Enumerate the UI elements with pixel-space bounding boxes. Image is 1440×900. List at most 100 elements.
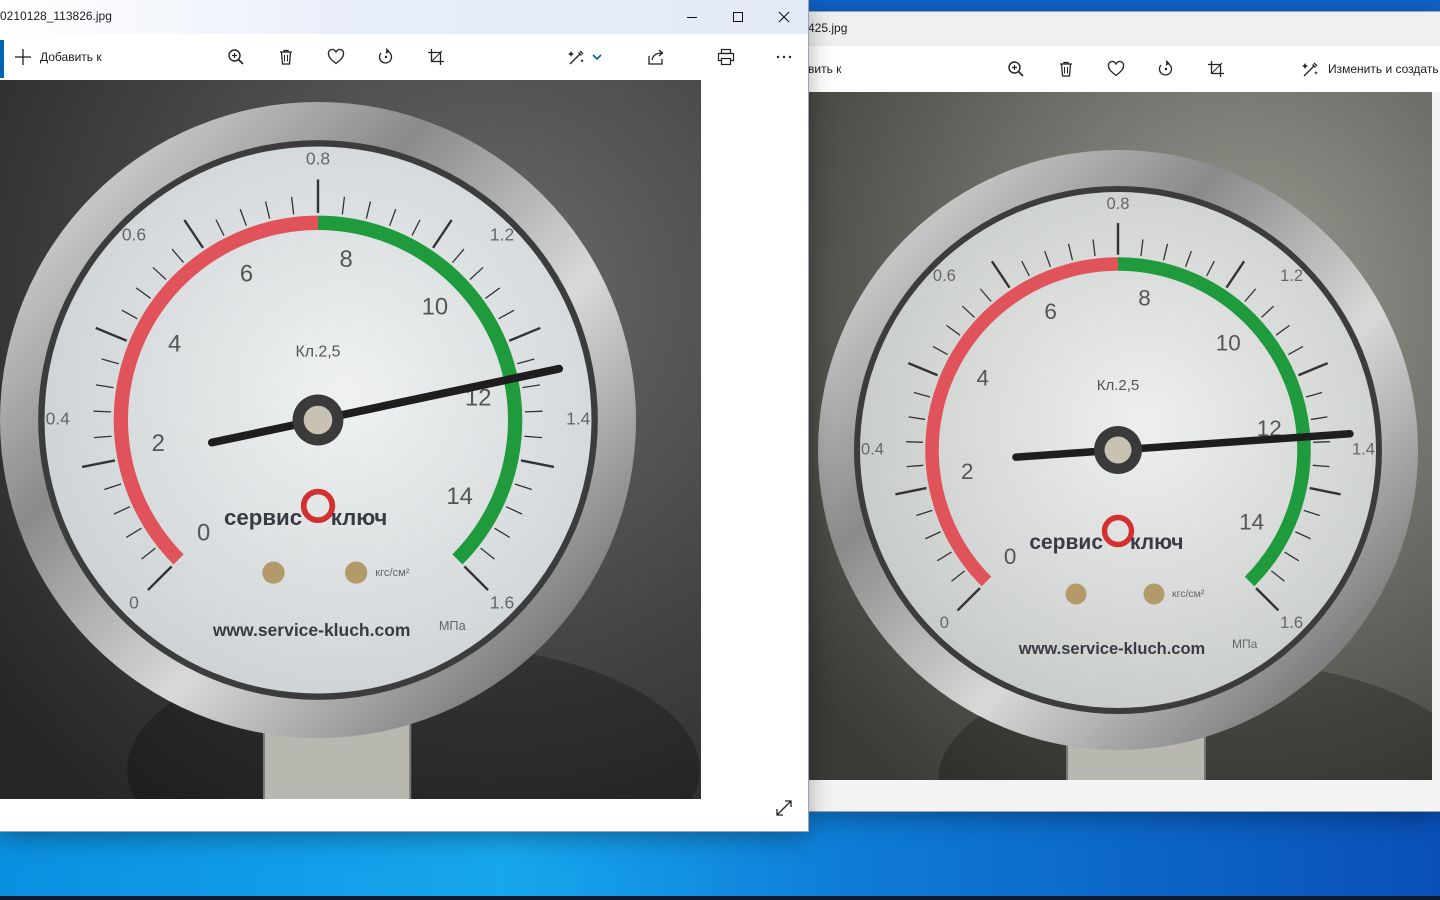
plus-icon (15, 49, 31, 65)
chevron-down-icon (592, 54, 602, 61)
add-to-label: Добавить к (40, 50, 102, 64)
unit-mpa: МПа (1232, 637, 1258, 651)
rotate-button[interactable] (372, 43, 400, 71)
rotate-button[interactable] (1152, 55, 1180, 83)
toolbar: вить к Изменить и создать (808, 46, 1440, 92)
photo-view[interactable]: 0 2 4 6 8 10 12 14 0 0.4 0.6 0.8 1.2 1.4 1.6 Кл.2,5 серв… (0, 80, 701, 799)
scale-label-kgf: 0 (1004, 544, 1017, 569)
scale-tick (1313, 441, 1330, 443)
scale-label-mpa: 1.6 (490, 593, 514, 613)
scale-label-kgf: 6 (1044, 299, 1057, 324)
photo-view[interactable]: 0 2 4 6 8 10 12 14 0 0.4 0.6 0.8 1.2 1.4 1.6 Кл.2,5 серв… (808, 92, 1432, 780)
rotate-icon (1158, 60, 1173, 76)
add-to-label[interactable]: вить к (808, 62, 841, 76)
share-icon (648, 49, 664, 65)
unit-mpa: МПа (439, 618, 467, 633)
toolbar: Добавить к (0, 34, 808, 80)
scale-label-kgf: 10 (422, 294, 449, 321)
gauge-photo: 0246810121400.40.60.81.21.41.6Кл.2,5серв… (808, 92, 1432, 780)
rivet (345, 561, 368, 584)
scale-tick (524, 410, 543, 413)
crop-button[interactable] (1202, 55, 1230, 83)
zoom-button[interactable] (222, 43, 250, 71)
add-to-button[interactable]: Добавить к (14, 44, 102, 70)
gauge-class: Кл.2,5 (1097, 377, 1140, 394)
zoom-icon (1008, 61, 1024, 77)
scale-label-mpa: 0.4 (861, 440, 884, 458)
window-title: 0210128_113826.jpg (0, 9, 112, 23)
brand-left: сервис (1029, 531, 1103, 554)
maximize-icon (733, 12, 743, 22)
scale-label-mpa: 0.6 (122, 225, 146, 245)
scale-label-mpa: 1.2 (490, 225, 514, 245)
scale-label-kgf: 0 (197, 520, 210, 547)
scale-label-mpa: 0.4 (46, 409, 71, 429)
favorite-button[interactable] (322, 43, 350, 71)
gauge-class: Кл.2,5 (295, 343, 340, 360)
scale-label-mpa: 1.4 (1352, 440, 1375, 458)
scale-label-kgf: 2 (961, 459, 974, 484)
scale-label-kgf: 10 (1216, 331, 1241, 356)
unit-kgf: кгс/см² (375, 567, 410, 579)
rivet (1065, 583, 1087, 605)
delete-icon (280, 49, 292, 65)
photos-window-back[interactable]: 425.jpg вить к Изменить и создать 0 2 4 6 8 1… (808, 12, 1440, 811)
zoom-icon (228, 49, 244, 65)
favorite-button[interactable] (1102, 55, 1130, 83)
scale-label-mpa: 0 (129, 593, 139, 613)
edit-create-label: Изменить и создать (1328, 62, 1439, 76)
delete-button[interactable] (1052, 55, 1080, 83)
scale-label-kgf: 14 (446, 483, 473, 510)
photos-window-front[interactable]: 0210128_113826.jpg Добавить к 0 2 4 6 8 … (0, 0, 808, 831)
crop-icon (1208, 61, 1224, 77)
more-icon (776, 55, 792, 59)
taskbar[interactable] (0, 896, 1440, 900)
scale-label-mpa: 1.6 (1280, 614, 1303, 632)
rotate-icon (378, 48, 393, 64)
print-icon (717, 48, 735, 66)
more-button[interactable] (770, 43, 798, 71)
edit-create-button[interactable]: Изменить и создать (1302, 55, 1439, 83)
scale-label-mpa: 0.8 (306, 148, 330, 168)
print-button[interactable] (712, 43, 740, 71)
scale-label-kgf: 14 (1239, 509, 1264, 534)
scale-label-mpa: 1.2 (1280, 267, 1303, 285)
crop-icon (428, 49, 444, 65)
title-bar[interactable]: 425.jpg (808, 12, 1440, 46)
active-indicator (0, 40, 4, 78)
share-button[interactable] (642, 43, 670, 71)
heart-icon (327, 48, 345, 65)
minimize-icon (687, 17, 697, 18)
scale-label-mpa: 0 (940, 614, 949, 632)
scale-label-mpa: 1.4 (566, 409, 591, 429)
rivet (1143, 583, 1165, 605)
scale-tick (93, 410, 112, 413)
scale-label-kgf: 4 (976, 365, 989, 390)
delete-button[interactable] (272, 43, 300, 71)
crop-button[interactable] (422, 43, 450, 71)
brand-left: сервис (224, 505, 302, 530)
edit-icon (1302, 62, 1318, 77)
zoom-button[interactable] (1002, 55, 1030, 83)
scale-label-mpa: 0.6 (933, 267, 956, 285)
delete-icon (1060, 61, 1072, 77)
fullscreen-icon (776, 800, 792, 816)
scale-label-kgf: 8 (340, 246, 353, 273)
scale-label-kgf: 2 (152, 430, 165, 457)
fullscreen-button[interactable] (770, 794, 798, 822)
scale-label-mpa: 0.8 (1107, 195, 1130, 213)
needle-hub-center (303, 405, 333, 435)
minimize-button[interactable] (669, 0, 715, 34)
window-title: 425.jpg (808, 21, 848, 35)
unit-kgf: кгс/см² (1172, 588, 1205, 600)
edit-create-button[interactable] (568, 43, 602, 71)
maximize-button[interactable] (715, 0, 761, 34)
title-bar[interactable]: 0210128_113826.jpg (0, 0, 808, 34)
heart-icon (1107, 60, 1125, 77)
website-text: www.service-kluch.com (212, 620, 411, 640)
rivet (262, 561, 285, 584)
brand-right: ключ (331, 505, 388, 530)
close-button[interactable] (761, 0, 807, 34)
needle-hub-center (1104, 436, 1132, 464)
website-text: www.service-kluch.com (1018, 640, 1205, 658)
